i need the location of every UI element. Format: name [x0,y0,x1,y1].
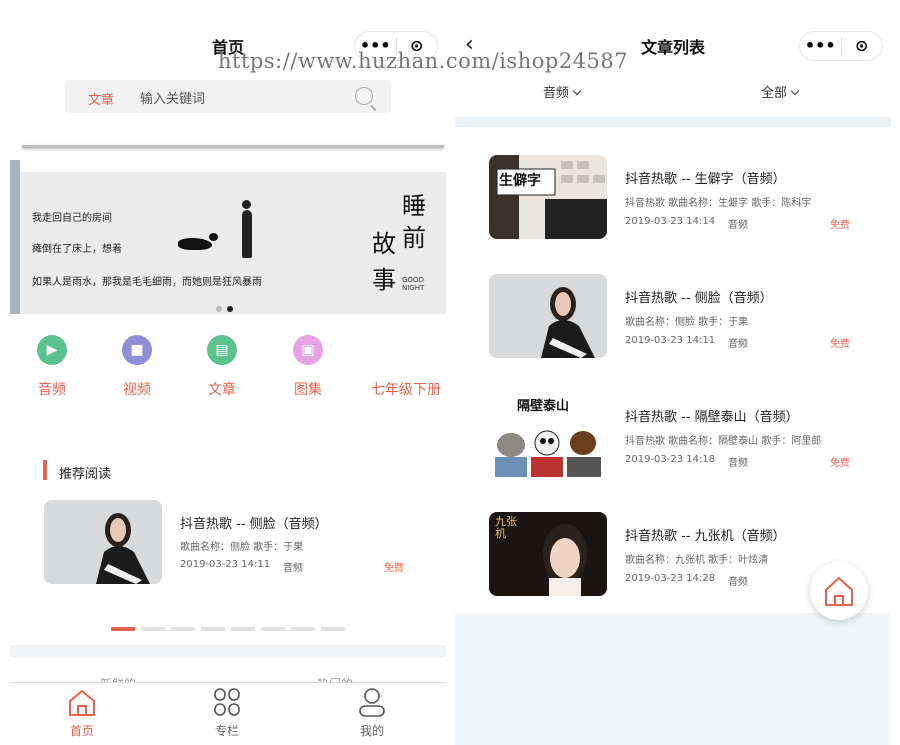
grid-icon [187,686,267,718]
home-floating-button[interactable] [810,562,868,620]
tabbar: 首页 专栏 我的 [10,682,446,745]
filter-all-dropdown[interactable]: 全部 [761,82,800,101]
home-screen: 首页 ••• ⊙ 文章 输入关键词 我走回自己的房间 瘫倒在了床上，想着 如果人… [10,0,446,745]
thumbnail-text: 生僻字 [499,173,541,189]
banner-big-text: 睡 [402,192,426,220]
article-type: 音频 [283,563,303,574]
home-icon [42,686,122,718]
article-type: 音频 [728,577,748,588]
article-price: 免费 [830,220,850,231]
banner-line: 我走回自己的房间 [32,213,112,224]
thumbnail-text: 隔壁泰山 [517,399,570,414]
article-date: 2019-03-23 14:11 [625,335,716,346]
article-thumbnail[interactable]: 生僻字 [489,155,607,239]
person-illustration [242,200,252,258]
grid-item-grade7[interactable]: 七年级下册 [366,335,446,399]
video-icon: ■ [122,335,152,365]
article-meta: 抖音热歌 歌曲名称：生僻字 歌手：陈科宇 [625,198,812,209]
tab-home[interactable]: 首页 [42,686,122,739]
search-bar[interactable]: 文章 输入关键词 [65,80,391,113]
banner-carousel[interactable]: 我走回自己的房间 瘫倒在了床上，想着 如果人是雨水，那我是毛毛细雨，而她则是狂风… [10,160,446,316]
mini-program-capsule: ••• ⊙ [799,31,883,61]
search-category[interactable]: 文章 [88,89,114,108]
carousel-pager [111,616,351,635]
article-meta: 歌曲名称：侧脸 歌手：于果 [180,542,304,553]
grid-item-video[interactable]: ■ 视频 [97,335,177,399]
grid-item-gallery[interactable]: ▣ 图集 [268,335,348,399]
article-title[interactable]: 抖音热歌 -- 生僻字（音频） [625,168,786,187]
carousel-indicator [216,297,238,316]
banner-line: 如果人是雨水，那我是毛毛细雨，而她则是狂风暴雨 [32,277,262,288]
banner-small-text: GOOD NIGHT [402,276,425,292]
article-meta: 歌曲名称：侧脸 歌手：于果 [625,317,749,328]
article-type: 音频 [728,339,748,350]
article-date: 2019-03-23 14:14 [625,216,716,227]
article-thumbnail[interactable]: 九张机 [489,512,607,596]
dog-illustration [178,233,218,250]
banner-line: 瘫倒在了床上，想着 [32,244,122,255]
article-title[interactable]: 抖音热歌 -- 隔壁泰山（音频） [625,406,799,425]
grid-item-label: 视频 [123,382,151,398]
banner-big-text: 故 [372,230,396,258]
grid-item-label: 图集 [294,382,322,398]
article-price: 免费 [830,458,850,469]
search-input[interactable]: 输入关键词 [140,88,205,107]
article-date: 2019-03-23 14:11 [180,559,271,570]
grid-item-label: 七年级下册 [371,382,441,398]
thumbnail-text: 九张机 [495,515,517,540]
watermark-text: https://www.huzhan.com/ishop24587 [218,49,629,73]
article-title[interactable]: 抖音热歌 -- 侧脸（音频） [625,287,773,306]
grid-item-article[interactable]: ▤ 文章 [182,335,262,399]
article-meta: 歌曲名称：九张机 歌手：叶炫清 [625,555,769,566]
grid-item-audio[interactable]: ▶ 音频 [12,335,92,399]
article-thumbnail[interactable] [489,274,607,358]
article-type: 音频 [728,458,748,469]
article-price: 免费 [830,339,850,350]
banner-big-text: 事 [372,266,396,294]
user-icon [332,686,412,718]
document-icon: ▤ [207,335,237,365]
more-icon[interactable]: ••• [800,32,841,60]
grid-item-label: 音频 [38,382,66,398]
filter-type-dropdown[interactable]: 音频 [543,82,582,101]
article-price: 免费 [384,563,404,574]
play-icon: ▶ [37,335,67,365]
article-thumbnail[interactable]: 隔壁泰山 [489,393,607,477]
article-date: 2019-03-23 14:18 [625,454,716,465]
article-thumbnail[interactable] [44,500,162,584]
image-icon: ▣ [293,335,323,365]
chevron-down-icon [790,86,800,96]
search-icon[interactable] [355,87,373,105]
divider [22,145,444,148]
grid-item-label: 文章 [208,382,236,398]
article-title[interactable]: 抖音热歌 -- 九张机（音频） [625,525,786,544]
tab-mine[interactable]: 我的 [332,686,412,739]
article-title[interactable]: 抖音热歌 -- 侧脸（音频） [180,513,328,532]
close-icon[interactable]: ⊙ [842,32,883,60]
home-icon [825,577,853,606]
article-meta: 抖音热歌 歌曲名称：隔壁泰山 歌手：阿里郎 [625,436,822,447]
chevron-down-icon [572,86,582,96]
tab-column[interactable]: 专栏 [187,686,267,739]
banner-big-text: 前 [402,224,426,252]
article-type: 音频 [728,220,748,231]
article-date: 2019-03-23 14:28 [625,573,716,584]
article-list-screen: ‹ 文章列表 ••• ⊙ 音频 全部 生僻字 抖音热歌 -- 生僻字（音频） 抖… [455,0,891,745]
